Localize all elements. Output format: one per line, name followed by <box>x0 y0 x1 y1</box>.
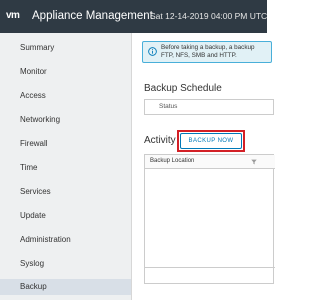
sidebar-item-label: Summary <box>20 43 55 52</box>
sidebar-item-services[interactable]: Services <box>0 184 131 200</box>
sidebar-item-monitor[interactable]: Monitor <box>0 64 131 80</box>
schedule-status-field: Status <box>144 99 274 115</box>
sidebar-item-label: Monitor <box>20 67 47 76</box>
top-header: vm Appliance Management Sat 12-14-2019 0… <box>0 0 267 33</box>
sidebar-item-syslog[interactable]: Syslog <box>0 256 131 272</box>
banner-line-2: FTP, NFS, SMB and HTTP. <box>161 52 237 59</box>
filter-icon[interactable] <box>251 159 257 165</box>
current-datetime: Sat 12-14-2019 04:00 PM UTC <box>150 11 268 21</box>
sidebar-item-time[interactable]: Time <box>0 160 131 176</box>
main-content: Before taking a backup, a backup FTP, NF… <box>132 33 275 300</box>
sidebar-item-label: Firewall <box>20 139 48 148</box>
sidebar-item-label: Backup <box>20 282 47 291</box>
sidebar-item-access[interactable]: Access <box>0 88 131 104</box>
info-circle-icon <box>148 47 157 56</box>
sidebar-item-label: Syslog <box>20 259 45 268</box>
status-label: Status <box>159 103 178 110</box>
info-banner: Before taking a backup, a backup FTP, NF… <box>142 41 272 63</box>
backup-activity-grid: Backup Location <box>144 154 275 284</box>
sidebar-item-administration[interactable]: Administration <box>0 232 131 248</box>
sidebar-item-backup[interactable]: Backup <box>0 279 131 295</box>
sidebar-item-summary[interactable]: Summary <box>0 40 131 56</box>
sidebar-item-firewall[interactable]: Firewall <box>0 136 131 152</box>
sidebar-item-label: Administration <box>20 235 71 244</box>
app-title: Appliance Management <box>32 10 153 22</box>
sidebar-item-label: Services <box>20 187 51 196</box>
backup-now-button[interactable]: BACKUP NOW <box>180 133 242 149</box>
sidebar-item-label: Networking <box>20 115 61 124</box>
sidebar-item-label: Access <box>20 91 46 100</box>
backup-schedule-title: Backup Schedule <box>144 83 222 94</box>
sidebar-nav: Summary Monitor Access Networking Firewa… <box>0 33 132 300</box>
sidebar-item-label: Update <box>20 211 46 220</box>
column-header-backup-location[interactable]: Backup Location <box>150 155 194 168</box>
activity-title: Activity <box>144 135 176 146</box>
sidebar-item-update[interactable]: Update <box>0 208 131 224</box>
sidebar-item-label: Time <box>20 163 38 172</box>
vmware-logo: vm <box>6 10 20 21</box>
sidebar-item-networking[interactable]: Networking <box>0 112 131 128</box>
grid-footer-divider <box>145 267 275 268</box>
grid-header: Backup Location <box>145 155 275 169</box>
banner-line-1: Before taking a backup, a backup <box>161 44 255 51</box>
banner-message: Before taking a backup, a backup FTP, NF… <box>161 44 281 60</box>
